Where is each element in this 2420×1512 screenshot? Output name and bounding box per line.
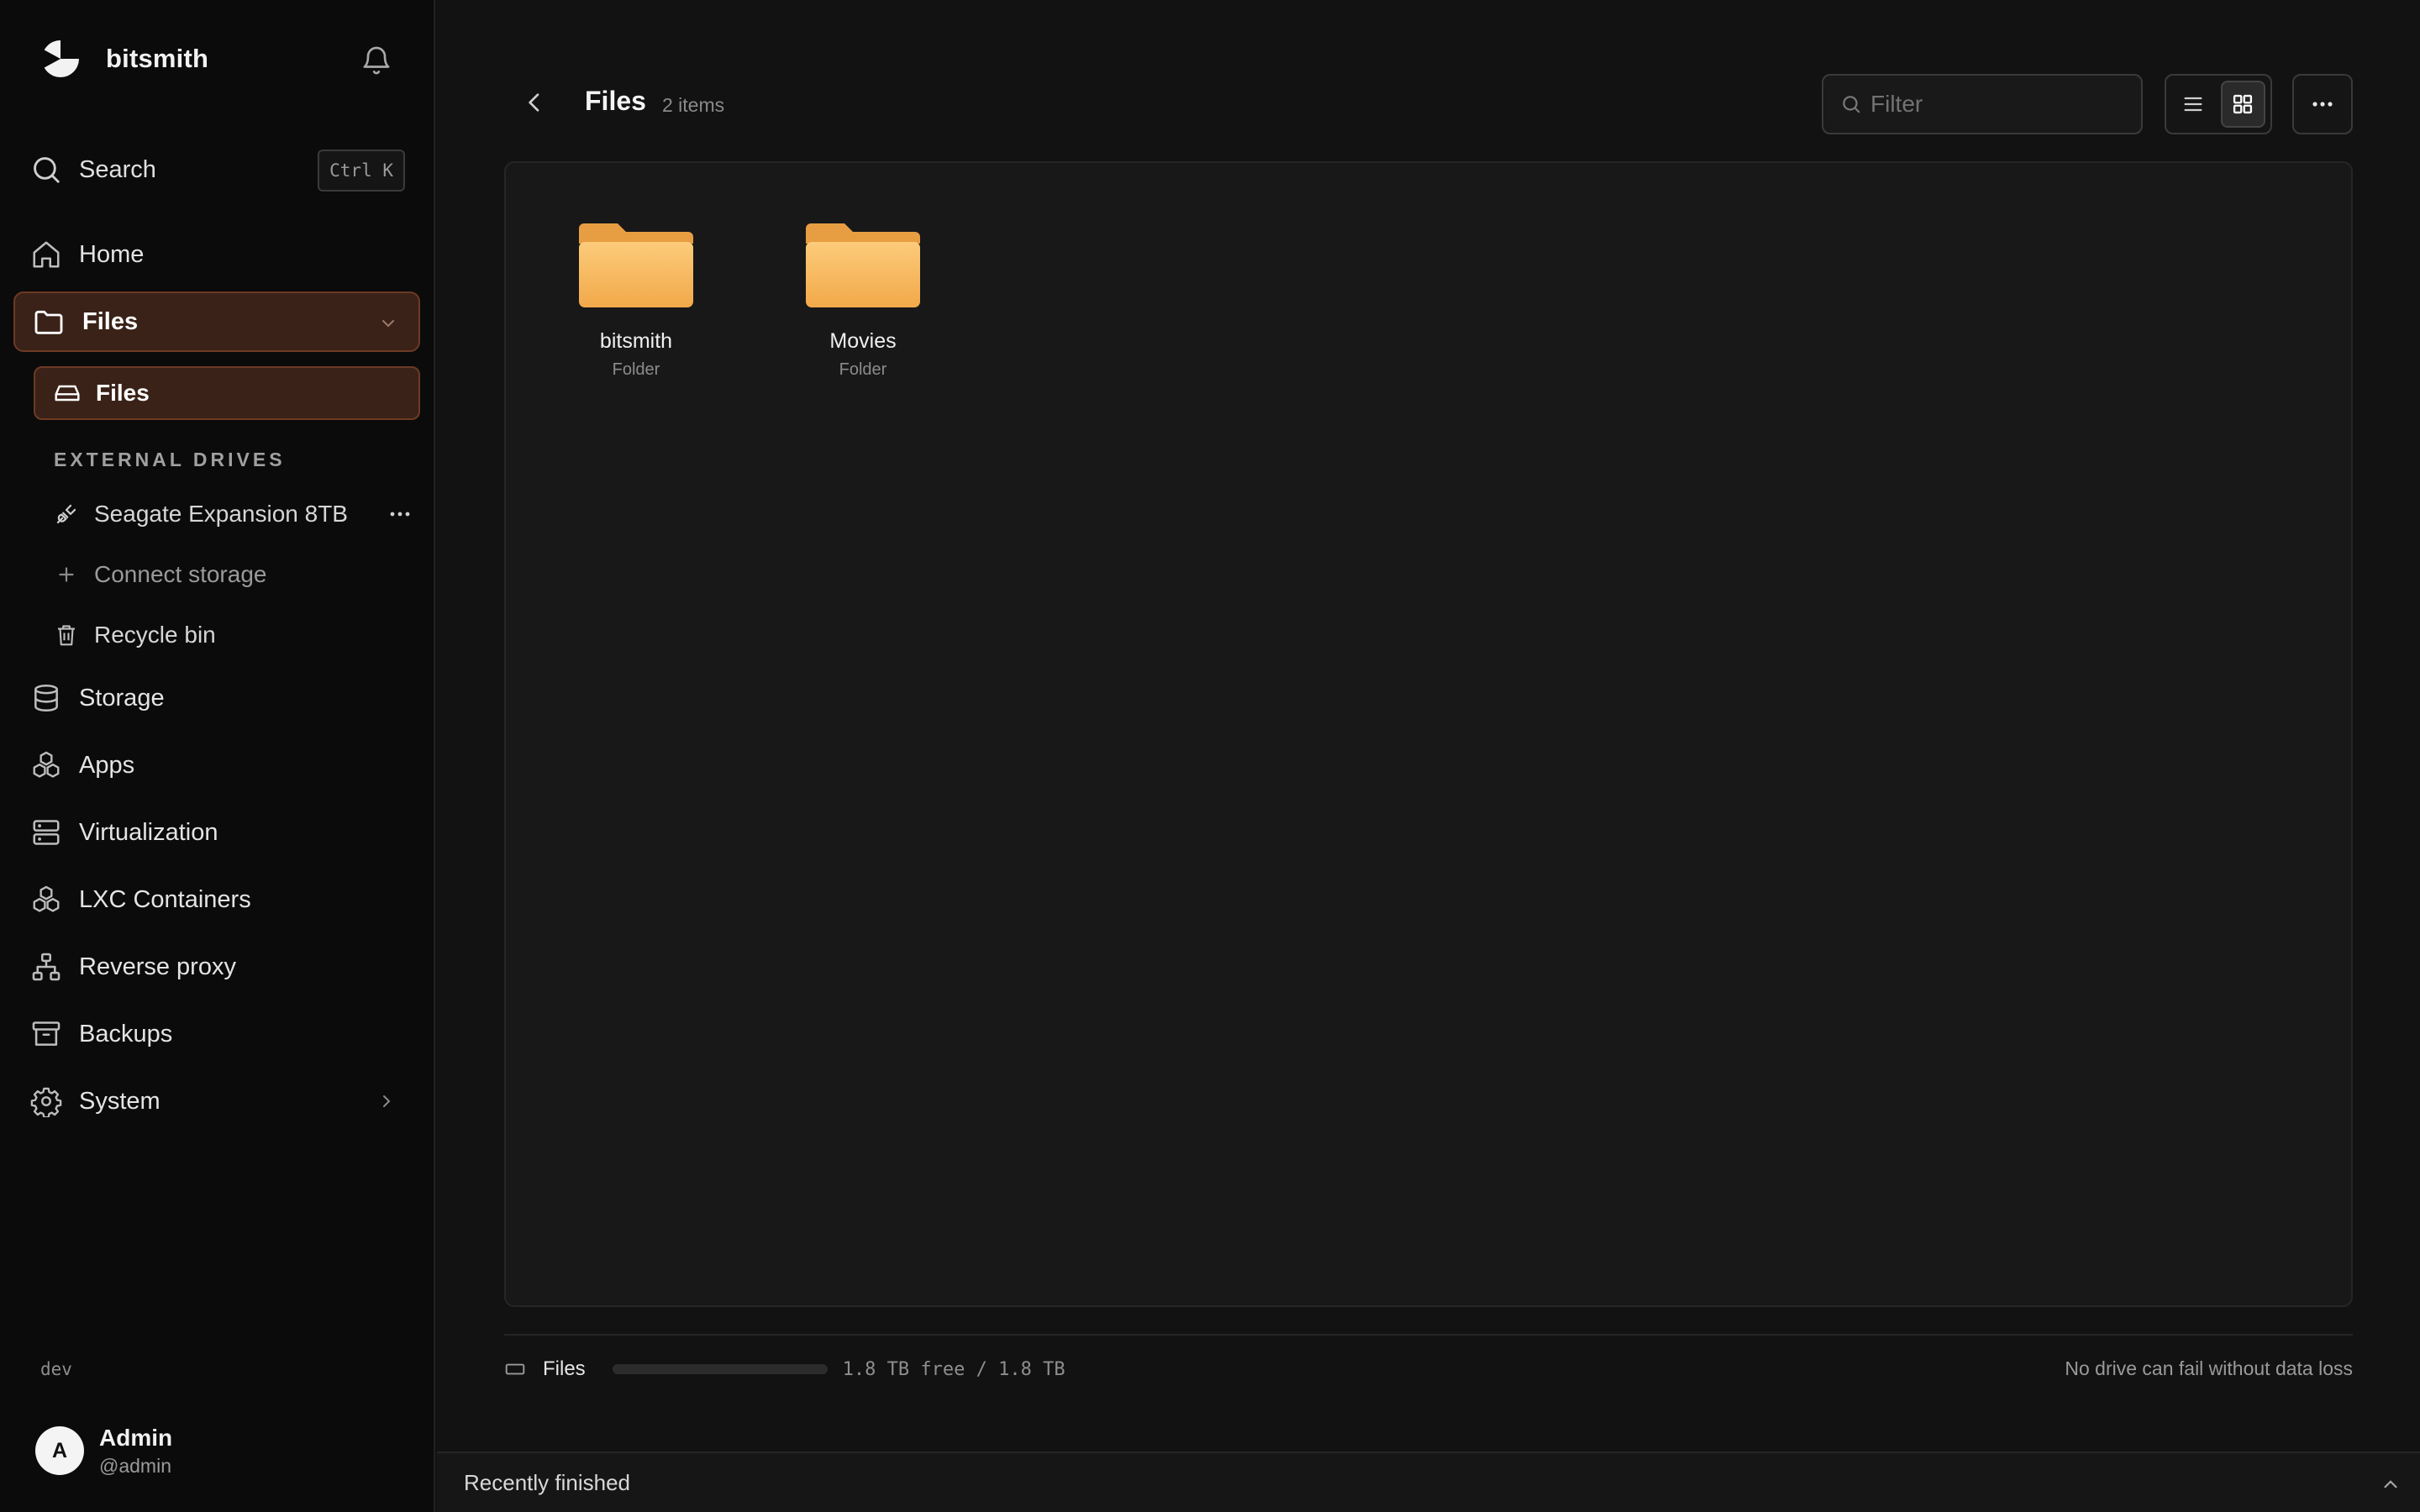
search-icon <box>30 154 62 186</box>
file-grid: bitsmith Folder Movies Folder <box>504 161 2353 1307</box>
user-name: Admin <box>99 1424 173 1451</box>
folder-item[interactable]: bitsmith Folder <box>556 222 716 390</box>
recently-finished-label: Recently finished <box>464 1469 630 1495</box>
nav-item-system[interactable]: System <box>30 1078 405 1125</box>
item-count: 2 items <box>662 94 725 116</box>
drive-icon <box>54 380 81 407</box>
filter-field[interactable] <box>1822 74 2143 134</box>
search-label: Search <box>79 155 156 183</box>
nav-item-lxc-containers[interactable]: LXC Containers <box>30 876 405 923</box>
chevron-right-icon <box>376 1091 397 1111</box>
more-options-button[interactable] <box>2292 74 2353 134</box>
sidebar-item-connect-storage[interactable]: Connect storage <box>54 553 420 596</box>
plug-icon <box>54 501 79 527</box>
folder-kind: Folder <box>839 360 887 379</box>
list-icon <box>2184 97 2202 112</box>
sidebar: bitsmith Search Ctrl K Home Files Files … <box>0 0 435 1512</box>
nav-item-label: Storage <box>79 684 165 711</box>
sidebar-item-files-drive[interactable]: Files <box>34 366 420 420</box>
bitsmith-logo-icon <box>39 37 82 81</box>
folder-icon <box>32 305 66 339</box>
server-icon <box>30 816 62 848</box>
folder-icon <box>806 222 920 307</box>
nav-item-label: System <box>79 1087 160 1115</box>
grid-icon <box>2233 94 2253 114</box>
environment-label: dev <box>40 1359 72 1379</box>
search-icon <box>1840 93 1862 115</box>
redundancy-status: No drive can fail without data loss <box>2065 1357 2353 1379</box>
nav-item-label: Backups <box>79 1020 173 1047</box>
sidebar-item-label: Seagate Expansion 8TB <box>94 501 348 527</box>
page-title: Files <box>585 86 646 116</box>
usage-drive-label: Files <box>543 1357 586 1380</box>
nav-item-label: Reverse proxy <box>79 953 236 980</box>
sidebar-item-label: Files <box>96 380 150 406</box>
section-label-external-drives: EXTERNAL DRIVES <box>54 449 286 470</box>
chevron-up-icon[interactable] <box>2380 1473 2402 1495</box>
search-shortcut: Ctrl K <box>318 150 405 192</box>
sidebar-item-label: Connect storage <box>94 561 267 587</box>
recently-finished-bar[interactable]: Recently finished <box>437 1452 2420 1512</box>
sidebar-item-label: Recycle bin <box>94 622 216 648</box>
user-handle: @admin <box>99 1454 171 1477</box>
gear-icon <box>30 1085 62 1117</box>
bell-icon[interactable] <box>360 44 393 77</box>
folder-item[interactable]: Movies Folder <box>783 222 943 390</box>
nav-item-apps[interactable]: Apps <box>30 742 405 789</box>
brand[interactable]: bitsmith <box>39 37 208 81</box>
nav-item-storage[interactable]: Storage <box>30 675 405 722</box>
nav-item-label: Files <box>82 307 139 335</box>
archive-icon <box>30 1018 62 1050</box>
nav-item-reverse-proxy[interactable]: Reverse proxy <box>30 943 405 990</box>
more-horizontal-icon[interactable] <box>388 504 412 524</box>
folder-icon <box>579 222 693 307</box>
sidebar-item-seagate[interactable]: Seagate Expansion 8TB <box>54 492 420 536</box>
folder-name: bitsmith <box>599 329 673 353</box>
folder-name: Movies <box>829 329 897 353</box>
folder-kind: Folder <box>612 360 660 379</box>
drive-icon <box>504 1358 526 1380</box>
boxes-icon <box>30 749 62 781</box>
sidebar-item-recycle-bin[interactable]: Recycle bin <box>54 613 420 657</box>
more-horizontal-icon <box>2312 102 2333 107</box>
nav-item-label: Apps <box>79 751 135 779</box>
usage-bar <box>612 1364 828 1374</box>
nav-item-label: Home <box>79 240 145 268</box>
nav-item-virtualization[interactable]: Virtualization <box>30 809 405 856</box>
storage-usage: Files 1.8 TB free / 1.8 TB <box>504 1354 1065 1384</box>
network-icon <box>30 951 62 983</box>
brand-name: bitsmith <box>106 44 209 73</box>
list-view-button[interactable] <box>2171 81 2216 128</box>
database-icon <box>30 682 62 714</box>
nav-item-label: LXC Containers <box>79 885 251 913</box>
search-button[interactable]: Search Ctrl K <box>30 148 405 192</box>
trash-icon <box>54 622 79 648</box>
nav-item-home[interactable]: Home <box>30 231 405 278</box>
home-icon <box>30 239 62 270</box>
plus-icon <box>54 562 79 587</box>
back-button[interactable] <box>521 89 548 116</box>
chevron-down-icon[interactable] <box>378 313 398 333</box>
nav-item-files[interactable]: Files <box>13 291 420 352</box>
nav-item-label: Virtualization <box>79 818 218 846</box>
view-toggle <box>2165 74 2272 134</box>
usage-free-text: 1.8 TB free / 1.8 TB <box>842 1358 1065 1380</box>
nav-item-backups[interactable]: Backups <box>30 1011 405 1058</box>
footer-divider <box>504 1334 2353 1336</box>
avatar: A <box>35 1426 84 1475</box>
user-profile[interactable]: A Admin @admin <box>35 1421 172 1480</box>
grid-view-button[interactable] <box>2220 81 2265 128</box>
containers-icon <box>30 884 62 916</box>
filter-input[interactable] <box>1870 91 2123 118</box>
